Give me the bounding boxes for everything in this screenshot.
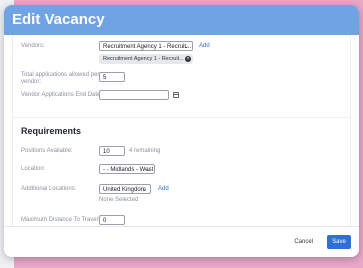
vendor-chip: Recruitment Agency 1 - Recruit... × (99, 54, 193, 64)
end-date-label: Vendor Applications End Date: (21, 92, 103, 98)
additional-locations-label: Additional Locations: (21, 186, 77, 192)
calendar-icon[interactable] (173, 92, 179, 98)
chevron-down-icon: ⌄ (183, 44, 189, 50)
positions-input[interactable]: 10 (99, 146, 125, 156)
save-button[interactable]: Save (327, 235, 351, 249)
modal-content[interactable]: Vendors: Recruitment Agency 1 - Recruit.… (12, 35, 351, 227)
total-applications-input[interactable]: 5 (99, 72, 125, 82)
vendors-label: Vendors: (21, 43, 45, 49)
positions-label: Positions Available: (21, 148, 73, 154)
additional-locations-value: United Kingdom (103, 187, 146, 193)
close-icon[interactable]: × (185, 56, 191, 62)
requirements-heading: Requirements (21, 126, 82, 136)
modal-footer: Cancel Save (4, 226, 359, 257)
chevron-down-icon: ⌄ (141, 187, 147, 193)
additional-locations-none: None Selected (99, 197, 139, 203)
chevron-down-icon: ⌄ (145, 167, 151, 173)
location-select[interactable]: - - Midlands - West ⌄ (99, 164, 155, 174)
additional-locations-select[interactable]: United Kingdom ⌄ (99, 184, 151, 194)
vendors-add-link[interactable]: Add (199, 43, 210, 49)
modal-title: Edit Vacancy (4, 5, 359, 35)
max-distance-input[interactable]: 0 (99, 215, 125, 225)
vendors-select[interactable]: Recruitment Agency 1 - Recruit... ⌄ (99, 41, 193, 51)
max-distance-label: Maximum Distance To Travel: (21, 217, 100, 223)
vendors-select-value: Recruitment Agency 1 - Recruit... (103, 44, 192, 50)
vendor-chip-label: Recruitment Agency 1 - Recruit... (103, 56, 184, 62)
positions-remaining: 4 remaining (129, 148, 161, 154)
additional-locations-add-link[interactable]: Add (158, 186, 169, 192)
location-label: Location: (21, 166, 46, 172)
end-date-input[interactable] (99, 90, 169, 100)
cancel-button[interactable]: Cancel (288, 235, 319, 249)
total-applications-label: Total applications allowed per vendor: (21, 72, 100, 85)
section-divider (13, 117, 350, 118)
edit-vacancy-modal: Edit Vacancy Vendors: Recruitment Agency… (4, 5, 359, 257)
